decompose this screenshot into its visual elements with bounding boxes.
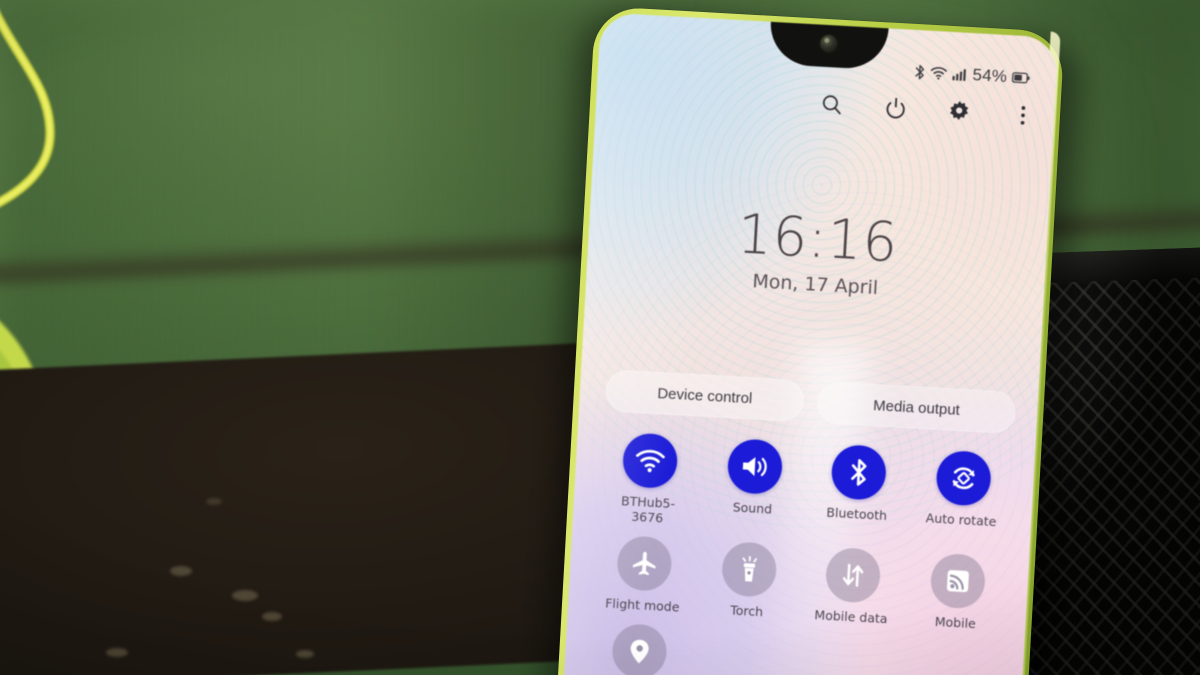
tile-label: BTHub5-3676 (620, 493, 676, 526)
tile-auto-rotate[interactable]: Auto rotate (908, 448, 1017, 545)
signal-icon (952, 67, 968, 82)
power-icon[interactable] (882, 94, 909, 121)
tile-bluetooth[interactable]: Bluetooth (803, 443, 912, 540)
plant-stem-icon (0, 11, 55, 208)
airplane-icon (616, 535, 674, 593)
mobile-data-icon (824, 546, 882, 604)
bluetooth-icon (830, 443, 888, 501)
tile-label: Mobile data (814, 607, 888, 627)
tile-location-partial[interactable] (586, 622, 694, 675)
more-options-icon[interactable] (1009, 101, 1036, 128)
table-speck (206, 498, 222, 505)
tile-flight-mode[interactable]: Flight mode (590, 534, 699, 616)
hotspot-icon (929, 552, 987, 610)
bluetooth-icon (914, 64, 926, 81)
tile-sound[interactable]: Sound (699, 437, 808, 534)
battery-percent-label: 54% (972, 65, 1008, 87)
tile-label: Bluetooth (826, 504, 888, 524)
location-icon (611, 622, 669, 675)
tile-label: Torch (729, 602, 764, 620)
front-camera-icon (819, 34, 838, 53)
table-speck (170, 566, 192, 576)
tile-wifi[interactable]: BTHub5-3676 (595, 431, 704, 528)
sound-icon (726, 438, 784, 496)
battery-icon (1011, 71, 1031, 84)
wifi-icon (930, 66, 948, 81)
tile-torch[interactable]: Torch (694, 540, 803, 622)
tile-label: Auto rotate (925, 510, 997, 530)
auto-rotate-icon (934, 449, 992, 507)
table-speck (262, 612, 282, 621)
quick-settings-grid: BTHub5-3676 Sound Bluetooth Auto rotate … (586, 431, 1017, 675)
phone-device: 54% 16:16 Mon, 17 April Device control M… (543, 5, 1083, 675)
search-icon[interactable] (818, 91, 845, 118)
photo-scene: 54% 16:16 Mon, 17 April Device control M… (0, 0, 1200, 675)
table-speck (232, 590, 258, 601)
table-speck (296, 650, 314, 658)
tile-mobile-data[interactable]: Mobile data (798, 545, 907, 627)
tile-label: Sound (732, 499, 773, 517)
phone-screen: 54% 16:16 Mon, 17 April Device control M… (562, 12, 1059, 675)
flashlight-icon (720, 540, 778, 598)
table-speck (106, 648, 128, 657)
tile-label: Mobile (934, 613, 977, 632)
tile-label: Flight mode (604, 595, 680, 615)
wifi-icon (621, 432, 679, 490)
tile-mobile-hotspot[interactable]: Mobile (903, 551, 1012, 633)
settings-gear-icon[interactable] (945, 98, 972, 125)
